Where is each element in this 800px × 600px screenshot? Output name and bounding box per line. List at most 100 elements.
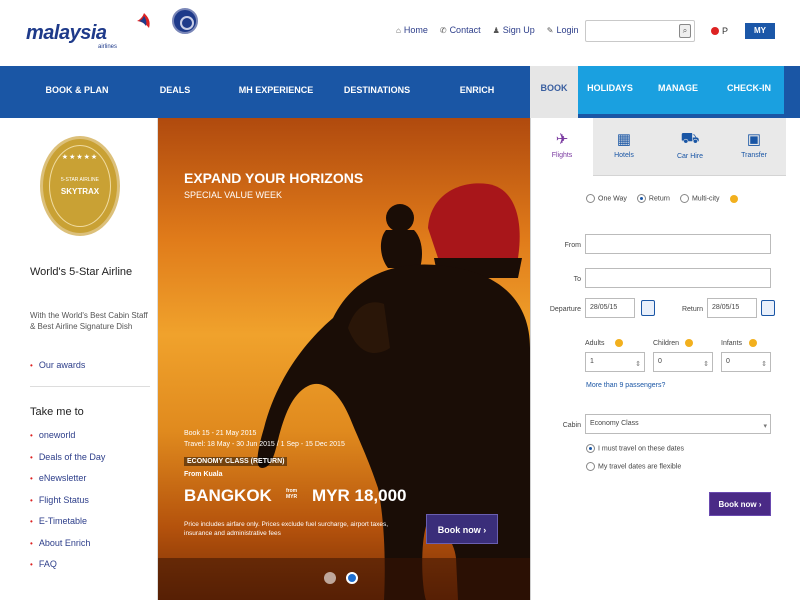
oneworld-logo-icon[interactable] [172, 8, 198, 34]
transfer-icon: ▣ [746, 131, 762, 148]
badge-stars: ★★★★★ [61, 154, 99, 161]
trip-return[interactable]: Return [636, 194, 670, 203]
skytrax-award-badge: ★★★★★ 5-STAR AIRLINE SKYTRAX [40, 136, 120, 236]
trip-return-label: Return [648, 195, 670, 203]
nav-enrich[interactable]: ENRICH [438, 66, 516, 114]
tab-car-hire-label: Car Hire [676, 153, 704, 160]
signup-icon: ♟ [492, 25, 500, 35]
tab-check-in[interactable]: CHECK-IN [714, 66, 784, 118]
logo-text: malaysia [26, 22, 107, 44]
hero-banner: EXPAND YOUR HORIZONS SPECIAL VALUE WEEK … [158, 118, 530, 600]
travel-type-tabs: ✈ Flights ▦ Hotels ⛟ Car Hire ▣ Transfer [531, 118, 786, 176]
to-input[interactable] [585, 268, 771, 288]
info-icon[interactable] [685, 339, 693, 347]
home-icon: ⌂ [396, 25, 401, 35]
from-input[interactable] [585, 234, 771, 254]
departure-label: Departure [549, 306, 581, 313]
site-search-input[interactable]: ⌕ [585, 20, 695, 42]
home-link[interactable]: ⌂ Home [396, 25, 428, 35]
tab-transfer[interactable]: ▣ Transfer [723, 118, 785, 176]
slide-dot-1[interactable] [324, 572, 336, 584]
calendar-icon[interactable] [761, 300, 775, 316]
plane-icon: ✈ [555, 131, 569, 148]
nav-book-plan[interactable]: BOOK & PLAN [28, 66, 126, 114]
search-flights-button[interactable]: Book now › [709, 492, 771, 516]
login-icon: ✎ [546, 25, 554, 35]
stepper-icon: ⇕ [703, 361, 709, 368]
trip-one-way[interactable]: One Way [586, 194, 627, 203]
quick-link-oneworld[interactable]: • oneworld [30, 430, 105, 452]
quick-link-enewsletter[interactable]: • eNewsletter [30, 473, 105, 495]
quick-link-deals[interactable]: • Deals of the Day [30, 452, 105, 474]
trip-one-way-label: One Way [598, 195, 627, 203]
departure-date-input[interactable]: 28/05/15 [585, 298, 635, 318]
flag-icon [711, 27, 719, 35]
promo-price: MYR 18,000 [312, 486, 407, 505]
infants-label: Infants [721, 340, 743, 347]
adults-select[interactable]: 1 ⇕ [585, 352, 645, 372]
our-awards-label: Our awards [38, 360, 86, 370]
hotel-icon: ▦ [616, 131, 632, 148]
option-flexible-dates[interactable]: My travel dates are flexible [586, 462, 681, 471]
tab-holidays[interactable]: HOLIDAYS [578, 66, 642, 118]
tab-transfer-label: Transfer [741, 152, 767, 159]
promo-price-prefix: from MYR [286, 488, 298, 500]
tab-book[interactable]: BOOK [530, 66, 578, 118]
more-passengers-link[interactable]: More than 9 passengers? [586, 382, 665, 389]
quick-link-label: About Enrich [38, 537, 91, 548]
quick-link-label: oneworld [38, 430, 76, 440]
cabin-select[interactable]: Economy Class ▾ [585, 414, 771, 434]
tab-car-hire[interactable]: ⛟ Car Hire [659, 118, 721, 176]
hero-book-now-button[interactable]: Book now › [426, 514, 498, 544]
country-selector[interactable]: MY [745, 23, 775, 39]
nav-mh-experience[interactable]: MH EXPERIENCE [222, 66, 330, 114]
nav-destinations[interactable]: DESTINATIONS [330, 66, 424, 114]
booking-panel: ✈ Flights ▦ Hotels ⛟ Car Hire ▣ Transfer… [530, 118, 786, 600]
calendar-icon[interactable] [641, 300, 655, 316]
slide-dot-2-active[interactable] [346, 572, 358, 584]
tab-manage[interactable]: MANAGE [642, 66, 714, 118]
tab-hotels[interactable]: ▦ Hotels [593, 118, 655, 176]
radio-icon [586, 462, 595, 471]
left-sidebar: ★★★★★ 5-STAR AIRLINE SKYTRAX World's 5-S… [0, 118, 158, 600]
bullet-icon: • [30, 474, 33, 483]
trip-multi-city[interactable]: Multi-city [679, 194, 720, 203]
malaysia-airlines-logo[interactable]: malaysia airlines [26, 10, 156, 50]
promo-book-period: Book 15 - 21 May 2015 [184, 430, 257, 437]
option-fixed-dates[interactable]: I must travel on these dates [586, 444, 684, 453]
infants-select[interactable]: 0 ⇕ [721, 352, 771, 372]
infants-value: 0 [726, 358, 730, 365]
our-awards-link[interactable]: • Our awards [30, 360, 85, 370]
return-date-input[interactable]: 28/05/15 [707, 298, 757, 318]
promo-details: Book 15 - 21 May 2015 Travel: 18 May - 3… [184, 428, 424, 478]
quick-link-flight-status[interactable]: • Flight Status [30, 495, 105, 517]
info-icon[interactable] [749, 339, 757, 347]
info-icon[interactable] [615, 339, 623, 347]
radio-icon [679, 194, 689, 203]
badge-title: SKYTRAX [60, 187, 100, 196]
return-label: Return [681, 306, 703, 313]
hero-title: EXPAND YOUR HORIZONS [184, 170, 364, 186]
tab-flights[interactable]: ✈ Flights [531, 118, 593, 176]
language-selector[interactable]: P [711, 26, 728, 36]
trip-type-options: One Way Return Multi-city [586, 194, 738, 203]
signup-link[interactable]: ♟ Sign Up [493, 25, 535, 35]
children-select[interactable]: 0 ⇕ [653, 352, 713, 372]
contact-icon: ✆ [439, 25, 447, 35]
promo-fine-print: Price includes airfare only. Prices excl… [184, 521, 389, 537]
quick-link-label: Deals of the Day [38, 451, 106, 462]
nav-deals[interactable]: DEALS [140, 66, 210, 114]
top-links: ⌂ Home ✆ Contact ♟ Sign Up ✎ Login [396, 25, 579, 35]
quick-link-etimetable[interactable]: • E-Timetable [30, 516, 105, 538]
info-icon[interactable] [729, 194, 738, 203]
stepper-icon: ⇕ [761, 361, 767, 368]
hero-subtitle: SPECIAL VALUE WEEK [184, 190, 283, 200]
search-icon[interactable]: ⌕ [679, 24, 691, 38]
logo-subtext: airlines [98, 44, 118, 50]
login-link[interactable]: ✎ Login [547, 25, 579, 35]
sidebar-divider [30, 386, 150, 387]
contact-link[interactable]: ✆ Contact [440, 25, 481, 35]
quick-link-about-enrich[interactable]: • About Enrich [30, 538, 105, 560]
quick-link-faq[interactable]: • FAQ [30, 559, 105, 581]
login-link-label: Login [556, 25, 579, 35]
